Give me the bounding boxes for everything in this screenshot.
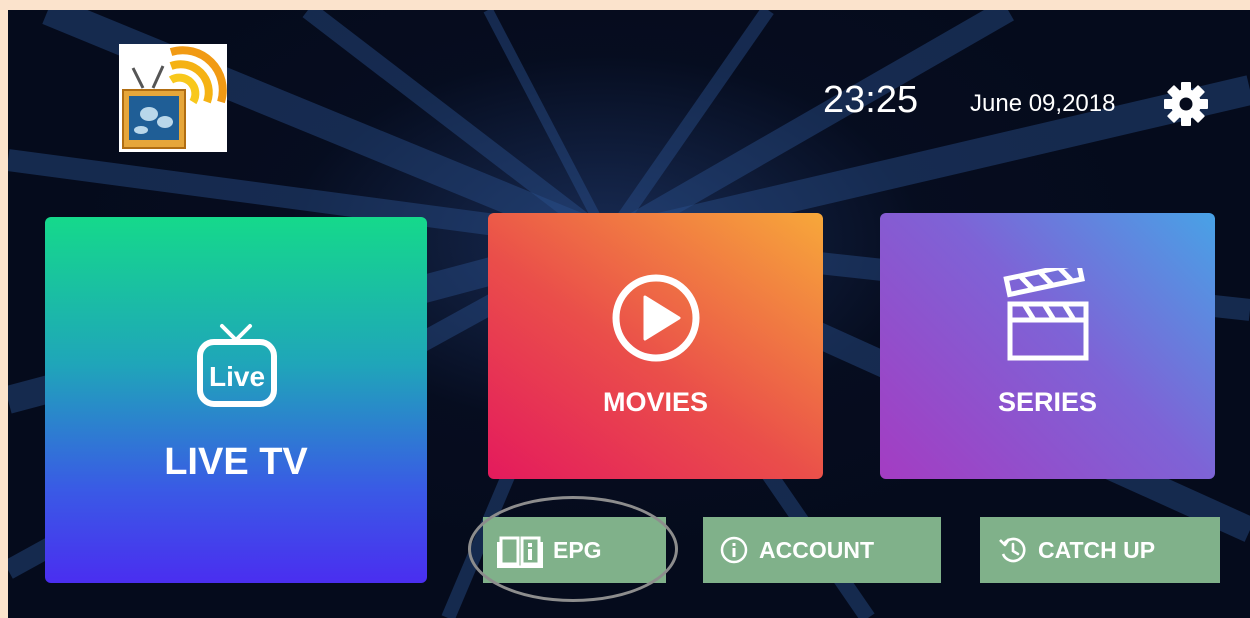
catch-up-button[interactable]: CATCH UP bbox=[980, 517, 1220, 583]
account-button[interactable]: ACCOUNT bbox=[703, 517, 941, 583]
catch-up-label: CATCH UP bbox=[1038, 536, 1156, 563]
account-label: ACCOUNT bbox=[759, 536, 874, 563]
play-circle-icon bbox=[609, 271, 703, 370]
live-icon-text: Live bbox=[209, 361, 265, 392]
series-label: SERIES bbox=[997, 387, 1098, 417]
highlight-circle-annotation bbox=[468, 496, 678, 602]
app-logo bbox=[119, 44, 227, 152]
live-tv-icon: Live bbox=[192, 320, 282, 420]
info-circle-icon bbox=[719, 535, 749, 565]
home-screen: 23:25 June 09,2018 Live LIVE TV MOVIES S… bbox=[8, 10, 1250, 618]
clapperboard-icon bbox=[1002, 260, 1094, 369]
tv-world-signal-logo-icon bbox=[119, 44, 227, 152]
live-tv-label: LIVE TV bbox=[164, 441, 308, 483]
movies-tile[interactable]: MOVIES bbox=[488, 213, 823, 479]
settings-button[interactable] bbox=[1162, 80, 1210, 128]
series-tile[interactable]: SERIES bbox=[880, 213, 1215, 479]
clock-time: 23:25 bbox=[823, 79, 919, 121]
date-label: June 09,2018 bbox=[970, 90, 1116, 117]
movies-label: MOVIES bbox=[602, 387, 709, 417]
screen-frame-left bbox=[0, 0, 8, 618]
gear-icon bbox=[1164, 82, 1208, 126]
screen-frame-top bbox=[0, 0, 1250, 10]
history-icon bbox=[998, 535, 1028, 565]
live-tv-tile[interactable]: Live LIVE TV bbox=[45, 217, 427, 583]
